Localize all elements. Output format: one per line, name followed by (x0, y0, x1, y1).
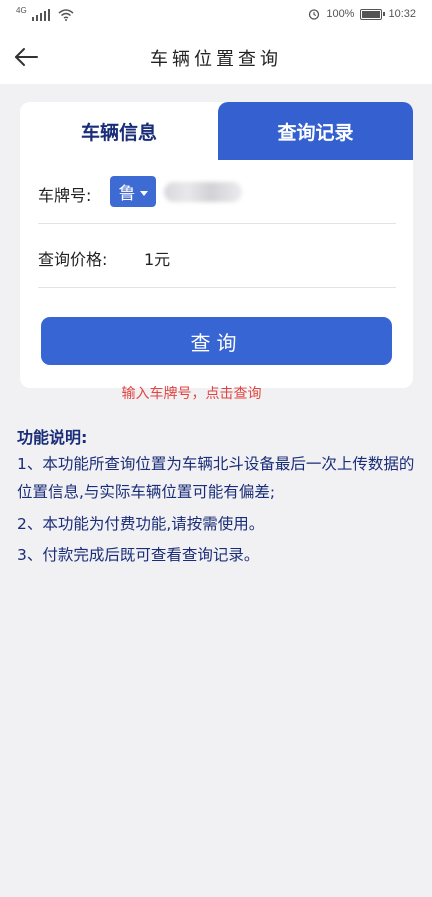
plate-label: 车牌号: (38, 186, 92, 205)
clock: 10:32 (388, 8, 416, 20)
wifi-icon (58, 9, 74, 21)
province-value: 鲁 (118, 184, 136, 204)
query-button[interactable]: 查询 (41, 317, 392, 365)
price-label: 查询价格: (38, 250, 108, 269)
status-bar: 4G 100% 10:32 (0, 0, 432, 30)
hint-text: 输入车牌号，点击查询 (121, 386, 262, 402)
battery-icon (360, 8, 386, 20)
price-value: 1元 (144, 250, 171, 269)
divider (38, 223, 396, 224)
battery-level (362, 10, 381, 18)
divider (38, 287, 396, 288)
province-select[interactable]: 鲁 (110, 176, 156, 207)
nav-bar: 车辆位置查询 (0, 30, 432, 84)
description-title: 功能说明: (17, 428, 88, 447)
description-item: 3、付款完成后既可查看查询记录。 (17, 546, 260, 564)
vehicle-query-card: 车辆信息 查询记录 车牌号: 鲁 查询价格: 1元 查询 (20, 102, 413, 388)
tab-vehicle-info[interactable]: 车辆信息 (20, 102, 218, 160)
network-indicator: 4G (16, 7, 74, 21)
signal-icon (31, 9, 51, 21)
plate-number-input[interactable] (162, 177, 392, 207)
network-type: 4G (16, 6, 27, 15)
battery-percent: 100% (326, 8, 355, 20)
status-right: 100% 10:32 (308, 8, 416, 20)
caret-down-icon (139, 190, 148, 196)
alarm-icon (309, 9, 320, 20)
page-title: 车辆位置查询 (150, 49, 282, 70)
tab-query-records[interactable]: 查询记录 (218, 102, 413, 160)
description-item: 1、本功能所查询位置为车辆北斗设备最后一次上传数据的位置信息,与实际车辆位置可能… (17, 455, 415, 501)
description-item: 2、本功能为付费功能,请按需使用。 (17, 515, 265, 533)
